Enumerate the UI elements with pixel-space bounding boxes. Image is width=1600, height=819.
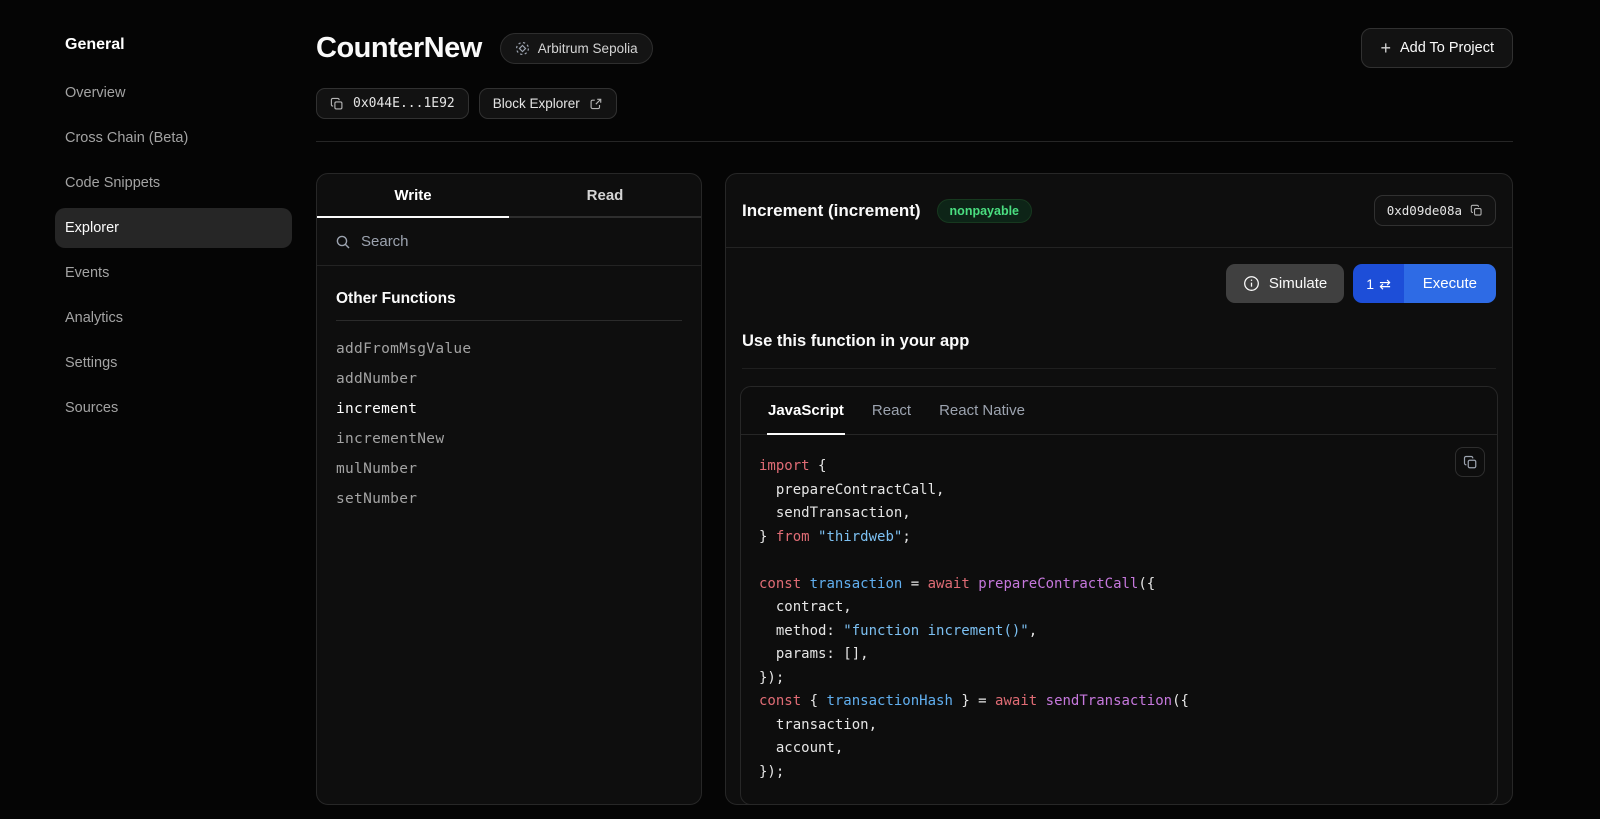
sidebar-item-settings[interactable]: Settings <box>55 343 292 383</box>
code-line: params: [], <box>759 643 1479 667</box>
info-icon <box>1243 275 1260 292</box>
function-selector: 0xd09de08a <box>1387 203 1462 218</box>
usage-heading: Use this function in your app <box>742 332 1496 351</box>
function-item-mulnumber[interactable]: mulNumber <box>336 454 682 484</box>
search-input[interactable] <box>361 233 683 250</box>
sidebar-nav: Overview Cross Chain (Beta) Code Snippets E… <box>55 73 292 428</box>
execute-button-group: 1 ⇄ Execute <box>1353 264 1496 303</box>
code-line: import { <box>759 455 1479 479</box>
search-icon <box>335 234 351 250</box>
code-line: }); <box>759 761 1479 785</box>
execute-count: 1 <box>1366 276 1374 292</box>
sidebar-heading: General <box>55 36 292 54</box>
code-tab-react[interactable]: React <box>871 387 912 435</box>
block-explorer-button[interactable]: Block Explorer <box>479 88 617 119</box>
search-row <box>317 218 701 266</box>
function-detail-header: Increment (increment) nonpayable 0xd09de… <box>726 174 1512 247</box>
code-line: const { transactionHash } = await sendTr… <box>759 690 1479 714</box>
sidebar-item-cross-chain-beta[interactable]: Cross Chain (Beta) <box>55 118 292 158</box>
external-link-icon <box>589 97 603 111</box>
add-to-project-label: Add To Project <box>1400 40 1494 56</box>
functions-panel: WriteRead Other Functions addFromMsgValu… <box>316 173 702 805</box>
function-list: addFromMsgValueaddNumberincrementincreme… <box>336 321 682 514</box>
sidebar: General Overview Cross Chain (Beta) Code S… <box>0 0 300 819</box>
code-line: contract, <box>759 596 1479 620</box>
header-row: CounterNew Arbitrum Sepolia + Add To Pro… <box>316 28 1513 68</box>
code-card: JavaScript React React Native import { pre… <box>740 386 1498 805</box>
copy-icon <box>330 97 344 111</box>
selector-button[interactable]: 0xd09de08a <box>1374 195 1496 226</box>
swap-arrows-icon: ⇄ <box>1379 277 1391 291</box>
simulate-label: Simulate <box>1269 275 1327 292</box>
sidebar-item-events[interactable]: Events <box>55 253 292 293</box>
mutability-badge: nonpayable <box>937 199 1032 223</box>
code-line: }); <box>759 667 1479 691</box>
function-title: Increment (increment) <box>742 201 921 221</box>
network-chain-icon <box>515 41 530 56</box>
contract-address: 0x044E...1E92 <box>353 96 455 111</box>
block-explorer-label: Block Explorer <box>493 96 580 111</box>
code-tabs: JavaScript React React Native <box>741 387 1497 435</box>
execute-count-button[interactable]: 1 ⇄ <box>1353 264 1404 303</box>
function-item-addfrommsgvalue[interactable]: addFromMsgValue <box>336 334 682 364</box>
execute-label: Execute <box>1423 275 1477 292</box>
tab-read[interactable]: Read <box>509 174 701 218</box>
network-badge-label: Arbitrum Sepolia <box>538 41 638 56</box>
function-item-setnumber[interactable]: setNumber <box>336 484 682 514</box>
copy-code-button[interactable] <box>1455 447 1485 477</box>
contract-address-button[interactable]: 0x044E...1E92 <box>316 88 469 119</box>
code-line: transaction, <box>759 714 1479 738</box>
function-item-addnumber[interactable]: addNumber <box>336 364 682 394</box>
sidebar-item-sources[interactable]: Sources <box>55 388 292 428</box>
function-detail-panel: Increment (increment) nonpayable 0xd09de… <box>725 173 1513 805</box>
code-line: const transaction = await prepareContrac… <box>759 573 1479 597</box>
write-read-tabs: WriteRead <box>317 174 701 218</box>
sidebar-item-explorer[interactable]: Explorer <box>55 208 292 248</box>
copy-icon <box>1470 204 1483 217</box>
address-row: 0x044E...1E92 Block Explorer <box>316 88 1513 119</box>
execute-button[interactable]: Execute <box>1404 264 1496 303</box>
code-line: account, <box>759 737 1479 761</box>
network-badge[interactable]: Arbitrum Sepolia <box>500 33 653 64</box>
simulate-button[interactable]: Simulate <box>1226 264 1344 303</box>
code-tab-react-native[interactable]: React Native <box>938 387 1026 435</box>
sidebar-item-overview[interactable]: Overview <box>55 73 292 113</box>
code-line: sendTransaction, <box>759 502 1479 526</box>
code-line: method: "function increment()", <box>759 620 1479 644</box>
sidebar-item-code-snippets[interactable]: Code Snippets <box>55 163 292 203</box>
function-item-increment[interactable]: increment <box>336 394 682 424</box>
code-area: import { prepareContractCall, sendTransa… <box>741 435 1497 804</box>
actions-row: Simulate 1 ⇄ Execute <box>726 248 1512 303</box>
header-divider <box>316 141 1513 142</box>
code-line <box>759 549 1479 573</box>
page-title: CounterNew <box>316 32 482 65</box>
function-item-incrementnew[interactable]: incrementNew <box>336 424 682 454</box>
code-block: import { prepareContractCall, sendTransa… <box>759 455 1479 784</box>
code-tab-javascript[interactable]: JavaScript <box>767 387 845 435</box>
code-line: } from "thirdweb"; <box>759 526 1479 550</box>
tab-write[interactable]: Write <box>317 174 509 218</box>
usage-divider <box>742 368 1496 369</box>
main-content: CounterNew Arbitrum Sepolia + Add To Pro… <box>300 0 1600 819</box>
copy-icon <box>1463 455 1478 470</box>
usage-section: Use this function in your app <box>726 332 1512 369</box>
function-section-title: Other Functions <box>336 290 682 321</box>
add-to-project-button[interactable]: + Add To Project <box>1361 28 1513 68</box>
plus-icon: + <box>1380 39 1391 57</box>
sidebar-item-analytics[interactable]: Analytics <box>55 298 292 338</box>
code-line: prepareContractCall, <box>759 479 1479 503</box>
